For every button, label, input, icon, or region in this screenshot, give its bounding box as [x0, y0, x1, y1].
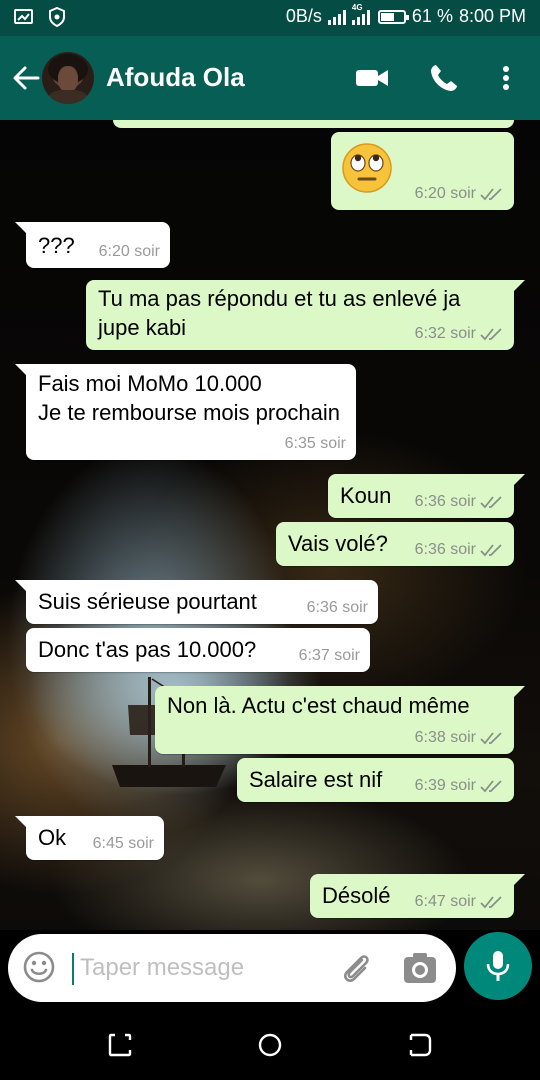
- rolling-eyes-emoji-icon: [342, 143, 392, 193]
- message-text: ???: [38, 233, 75, 258]
- message-bubble-outgoing[interactable]: Tu ma pas répondu et tu as enlevé ja jupe…: [86, 280, 525, 350]
- double-check-icon: [480, 496, 502, 509]
- message-text: Fais moi MoMo 10.000 Je te rembourse mois…: [38, 371, 341, 425]
- message-bubble-outgoing[interactable]: Non là. Actu c'est chaud même 6:38 soir: [155, 686, 525, 754]
- chat-header: Afouda Ola: [0, 36, 540, 120]
- clock: 8:00 PM: [458, 6, 526, 26]
- double-check-icon: [480, 188, 502, 201]
- message-text: Koun: [340, 483, 392, 508]
- message-bubble-incoming[interactable]: Donc t'as pas 10.000? 6:37 soir: [26, 628, 370, 672]
- message-bubble-incoming[interactable]: ??? 6:20 soir: [15, 222, 170, 268]
- phone-call-icon[interactable]: [428, 62, 460, 94]
- battery-icon: [377, 9, 409, 24]
- message-bubble-incoming[interactable]: Suis sérieuse pourtant 6:36 soir: [15, 580, 378, 624]
- message-time: 6:36 soir: [414, 541, 476, 558]
- message-input[interactable]: Taper message: [8, 934, 456, 1002]
- message-text: Désolé: [322, 883, 391, 908]
- message-bubble-partial: [113, 120, 514, 128]
- microphone-button[interactable]: [464, 932, 532, 1000]
- message-time: 6:20 soir: [98, 243, 160, 260]
- status-bar: 0B/s 4G 61 % 8:00 PM: [0, 0, 540, 36]
- message-time: 6:36 soir: [414, 493, 476, 510]
- message-text: Suis sérieuse pourtant: [38, 589, 257, 614]
- message-bubble-outgoing[interactable]: Salaire est nif 6:39 soir: [237, 758, 514, 802]
- message-bubble-outgoing[interactable]: Vais volé? 6:36 soir: [276, 522, 514, 566]
- message-text: Vais volé?: [288, 531, 388, 556]
- camera-icon[interactable]: [402, 951, 438, 985]
- message-time: 6:39 soir: [414, 777, 476, 794]
- message-time: 6:35 soir: [284, 435, 346, 452]
- message-bubble-incoming[interactable]: Ok 6:45 soir: [15, 816, 164, 860]
- microphone-icon: [486, 951, 510, 981]
- home-icon[interactable]: [257, 1032, 283, 1058]
- signal-4g-icon: 4G: [351, 3, 370, 25]
- message-text: Salaire est nif: [249, 767, 383, 792]
- message-time: 6:37 soir: [298, 647, 360, 664]
- shield-icon: [49, 7, 65, 27]
- network-speed: 0B/s: [285, 6, 322, 26]
- message-text: Donc t'as pas 10.000?: [38, 637, 257, 662]
- message-time: 6:36 soir: [306, 599, 368, 616]
- attach-icon[interactable]: [338, 950, 374, 986]
- double-check-icon: [480, 732, 502, 745]
- message-text: Tu ma pas répondu et tu as enlevé ja jupe…: [98, 286, 461, 340]
- double-check-icon: [480, 896, 502, 909]
- text-caret: [72, 953, 74, 985]
- avatar[interactable]: [42, 52, 94, 104]
- message-time: 6:47 soir: [414, 893, 476, 910]
- video-call-icon[interactable]: [354, 62, 390, 94]
- message-time: 6:20 soir: [414, 185, 476, 202]
- message-bubble-incoming[interactable]: Fais moi MoMo 10.000 Je te rembourse mois…: [15, 364, 356, 460]
- message-composer: Taper message: [0, 930, 540, 1008]
- status-left-icons: [14, 7, 66, 27]
- chat-area[interactable]: 6:20 soir ??? 6:20 soir Tu ma pas répond…: [0, 120, 540, 930]
- recent-apps-icon[interactable]: [107, 1032, 133, 1058]
- message-bubble-outgoing[interactable]: 6:20 soir: [331, 132, 514, 210]
- message-time: 6:38 soir: [414, 729, 476, 746]
- system-nav-bar: [0, 1008, 540, 1080]
- signal-icon: [327, 9, 346, 25]
- emoji-icon[interactable]: [22, 950, 56, 984]
- double-check-icon: [480, 328, 502, 341]
- message-bubble-outgoing[interactable]: Koun 6:36 soir: [328, 474, 525, 518]
- status-right: 0B/s 4G 61 % 8:00 PM: [285, 3, 526, 27]
- contact-name[interactable]: Afouda Ola: [106, 62, 245, 93]
- message-time: 6:45 soir: [92, 835, 154, 852]
- message-text: Ok: [38, 825, 67, 850]
- message-bubble-outgoing[interactable]: Désolé 6:47 soir: [310, 874, 525, 918]
- back-arrow-icon[interactable]: [10, 62, 42, 94]
- message-text: Non là. Actu c'est chaud même: [167, 693, 470, 718]
- screen-cast-icon: [14, 9, 33, 24]
- double-check-icon: [480, 780, 502, 793]
- double-check-icon: [480, 544, 502, 557]
- message-placeholder: Taper message: [80, 954, 245, 981]
- more-options-icon[interactable]: [494, 62, 518, 94]
- message-time: 6:32 soir: [414, 325, 476, 342]
- back-icon[interactable]: [407, 1032, 433, 1058]
- battery-percent: 61 %: [411, 6, 453, 26]
